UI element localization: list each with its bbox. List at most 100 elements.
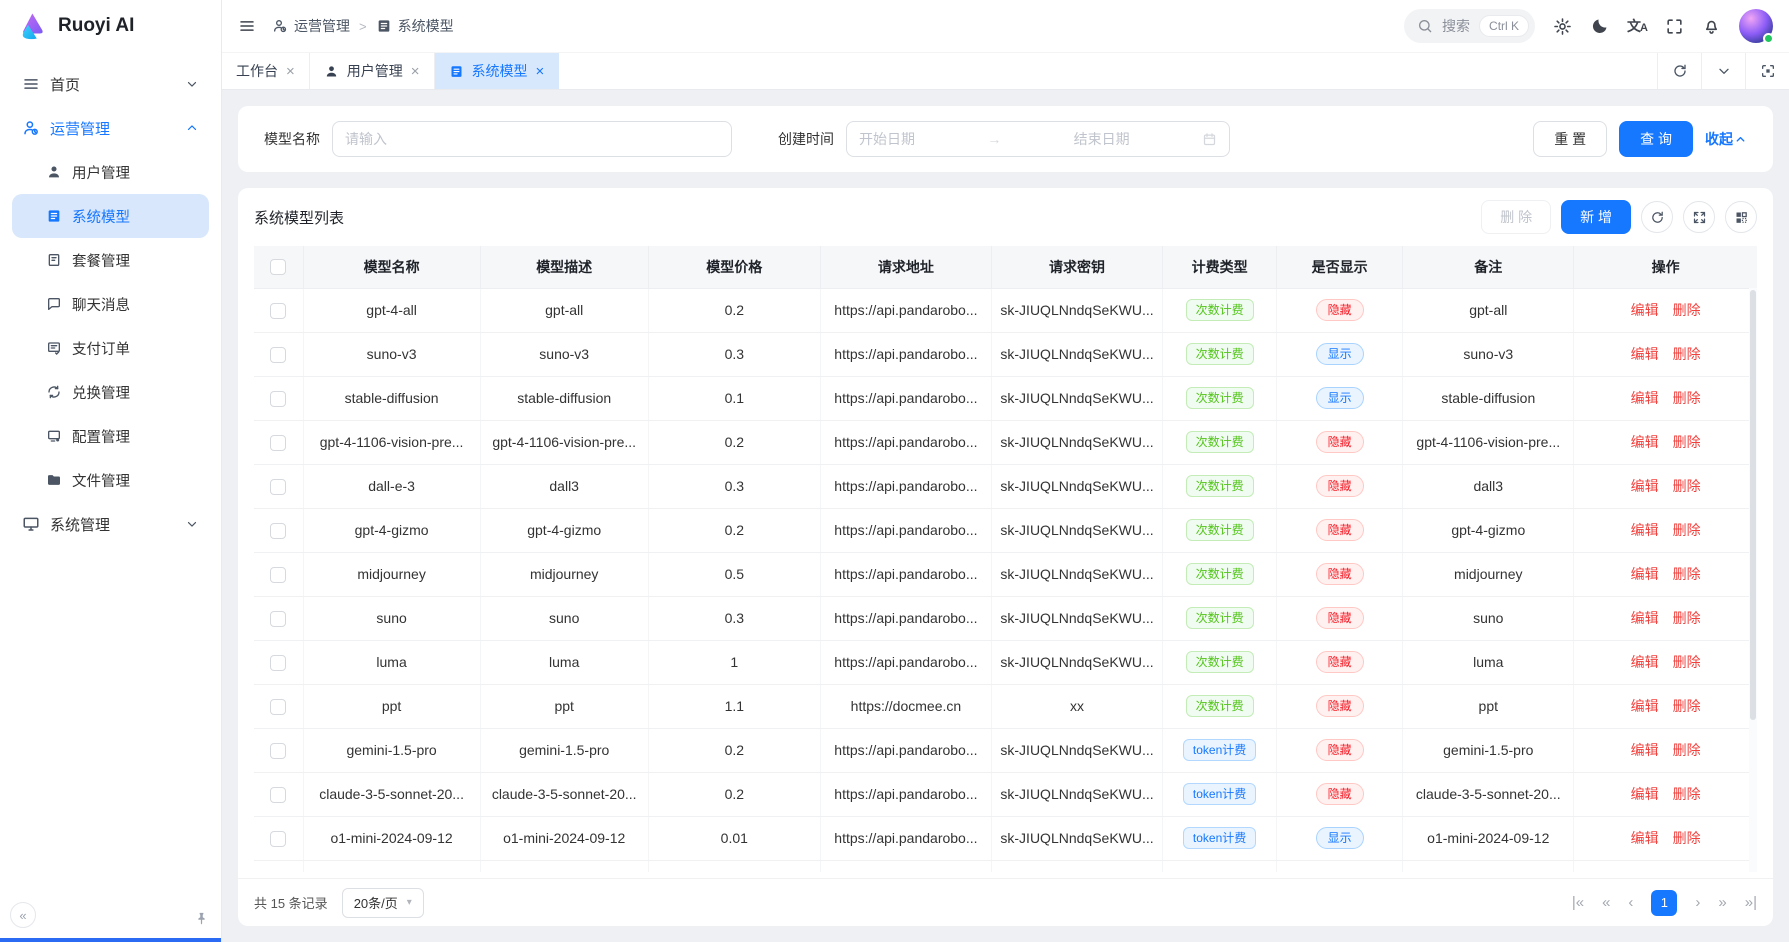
edit-link[interactable]: 编辑 [1631,522,1659,538]
visibility-toggle-badge[interactable]: 隐藏 [1316,299,1364,321]
edit-link[interactable]: 编辑 [1631,786,1659,802]
row-checkbox[interactable] [270,347,286,363]
sidebar-group-system[interactable]: 系统管理 [12,502,209,546]
visibility-toggle-badge[interactable]: 隐藏 [1316,431,1364,453]
sidebar-item-model[interactable]: 系统模型 [12,194,209,238]
edit-link[interactable]: 编辑 [1631,566,1659,582]
search-input[interactable]: 搜索 Ctrl K [1404,9,1535,43]
pagination-fast-next-button[interactable]: » [1718,894,1726,911]
row-checkbox[interactable] [270,391,286,407]
scrollbar-thumb[interactable] [1750,290,1756,720]
visibility-toggle-badge[interactable]: 隐藏 [1316,519,1364,541]
batch-delete-button[interactable]: 删 除 [1481,200,1551,234]
row-checkbox[interactable] [270,743,286,759]
pagination-next-button[interactable]: › [1695,894,1700,911]
translate-icon[interactable]: 文A [1627,16,1647,36]
sidebar-item-config[interactable]: 配置管理 [12,414,209,458]
pagination-current-page[interactable]: 1 [1651,890,1677,916]
fullscreen-icon[interactable] [1665,17,1684,36]
delete-link[interactable]: 删除 [1673,830,1701,846]
app-logo[interactable]: Ruoyi AI [0,0,221,52]
edit-link[interactable]: 编辑 [1631,302,1659,318]
delete-link[interactable]: 删除 [1673,566,1701,582]
delete-link[interactable]: 删除 [1673,610,1701,626]
sidebar-item-package[interactable]: 套餐管理 [12,238,209,282]
pagination-fast-prev-button[interactable]: « [1602,894,1610,911]
tab-workbench[interactable]: 工作台× [222,53,310,89]
delete-link[interactable]: 删除 [1673,522,1701,538]
row-checkbox[interactable] [270,611,286,627]
tab-close-icon[interactable]: × [536,64,545,79]
sidebar-group-home[interactable]: 首页 [12,62,209,106]
row-checkbox[interactable] [270,435,286,451]
content-fullscreen-icon[interactable] [1745,53,1789,89]
sidebar-group-operation[interactable]: 运营管理 [12,106,209,150]
visibility-toggle-badge[interactable]: 显示 [1316,343,1364,365]
delete-link[interactable]: 删除 [1673,478,1701,494]
sidebar-item-file[interactable]: 文件管理 [12,458,209,502]
page-size-select[interactable]: 20条/页 ▾ [342,888,424,918]
delete-link[interactable]: 删除 [1673,434,1701,450]
delete-link[interactable]: 删除 [1673,654,1701,670]
tab-user-management[interactable]: 用户管理× [310,53,435,89]
pagination-last-button[interactable]: »| [1745,894,1757,911]
delete-link[interactable]: 删除 [1673,346,1701,362]
user-avatar[interactable] [1739,9,1773,43]
column-settings-icon[interactable] [1725,201,1757,233]
visibility-toggle-badge[interactable]: 隐藏 [1316,563,1364,585]
table-scrollbar[interactable] [1749,288,1757,872]
tab-chevron-down-icon[interactable] [1701,53,1745,89]
pagination-prev-button[interactable]: ‹ [1628,894,1633,911]
tab-close-icon[interactable]: × [286,64,295,79]
notification-bell-icon[interactable] [1702,17,1721,36]
sidebar-item-exchange[interactable]: 兑换管理 [12,370,209,414]
edit-link[interactable]: 编辑 [1631,478,1659,494]
sidebar-item-chat[interactable]: 聊天消息 [12,282,209,326]
row-checkbox[interactable] [270,567,286,583]
tab-system-model[interactable]: 系统模型× [435,53,560,89]
row-checkbox[interactable] [270,787,286,803]
query-button[interactable]: 查 询 [1619,121,1693,157]
create-time-range-input[interactable]: 开始日期 → 结束日期 [846,121,1230,157]
settings-gear-icon[interactable] [1553,17,1572,36]
model-name-input[interactable]: 请输入 [332,121,732,157]
row-checkbox[interactable] [270,523,286,539]
row-checkbox[interactable] [270,655,286,671]
delete-link[interactable]: 删除 [1673,390,1701,406]
visibility-toggle-badge[interactable]: 显示 [1316,387,1364,409]
row-checkbox[interactable] [270,303,286,319]
pagination-first-button[interactable]: |« [1572,894,1584,911]
delete-link[interactable]: 删除 [1673,786,1701,802]
visibility-toggle-badge[interactable]: 显示 [1316,827,1364,849]
dark-mode-moon-icon[interactable] [1590,17,1609,36]
edit-link[interactable]: 编辑 [1631,654,1659,670]
visibility-toggle-badge[interactable]: 隐藏 [1316,739,1364,761]
pin-icon[interactable] [194,911,209,926]
edit-link[interactable]: 编辑 [1631,346,1659,362]
edit-link[interactable]: 编辑 [1631,742,1659,758]
delete-link[interactable]: 删除 [1673,698,1701,714]
row-checkbox[interactable] [270,699,286,715]
row-checkbox[interactable] [270,479,286,495]
delete-link[interactable]: 删除 [1673,742,1701,758]
edit-link[interactable]: 编辑 [1631,610,1659,626]
edit-link[interactable]: 编辑 [1631,698,1659,714]
sidebar-toggle-icon[interactable] [238,17,256,35]
visibility-toggle-badge[interactable]: 隐藏 [1316,651,1364,673]
delete-link[interactable]: 删除 [1673,302,1701,318]
tab-refresh-icon[interactable] [1657,53,1701,89]
sidebar-item-user[interactable]: 用户管理 [12,150,209,194]
visibility-toggle-badge[interactable]: 隐藏 [1316,475,1364,497]
edit-link[interactable]: 编辑 [1631,830,1659,846]
refresh-icon[interactable] [1641,201,1673,233]
sidebar-collapse-button[interactable]: « [10,902,36,928]
select-all-checkbox[interactable] [270,259,286,275]
expand-icon[interactable] [1683,201,1715,233]
reset-button[interactable]: 重 置 [1533,121,1607,157]
tab-close-icon[interactable]: × [411,64,420,79]
edit-link[interactable]: 编辑 [1631,434,1659,450]
breadcrumb-item-model[interactable]: 系统模型 [376,16,454,36]
edit-link[interactable]: 编辑 [1631,390,1659,406]
visibility-toggle-badge[interactable]: 隐藏 [1316,607,1364,629]
collapse-filter-link[interactable]: 收起 [1705,129,1747,149]
